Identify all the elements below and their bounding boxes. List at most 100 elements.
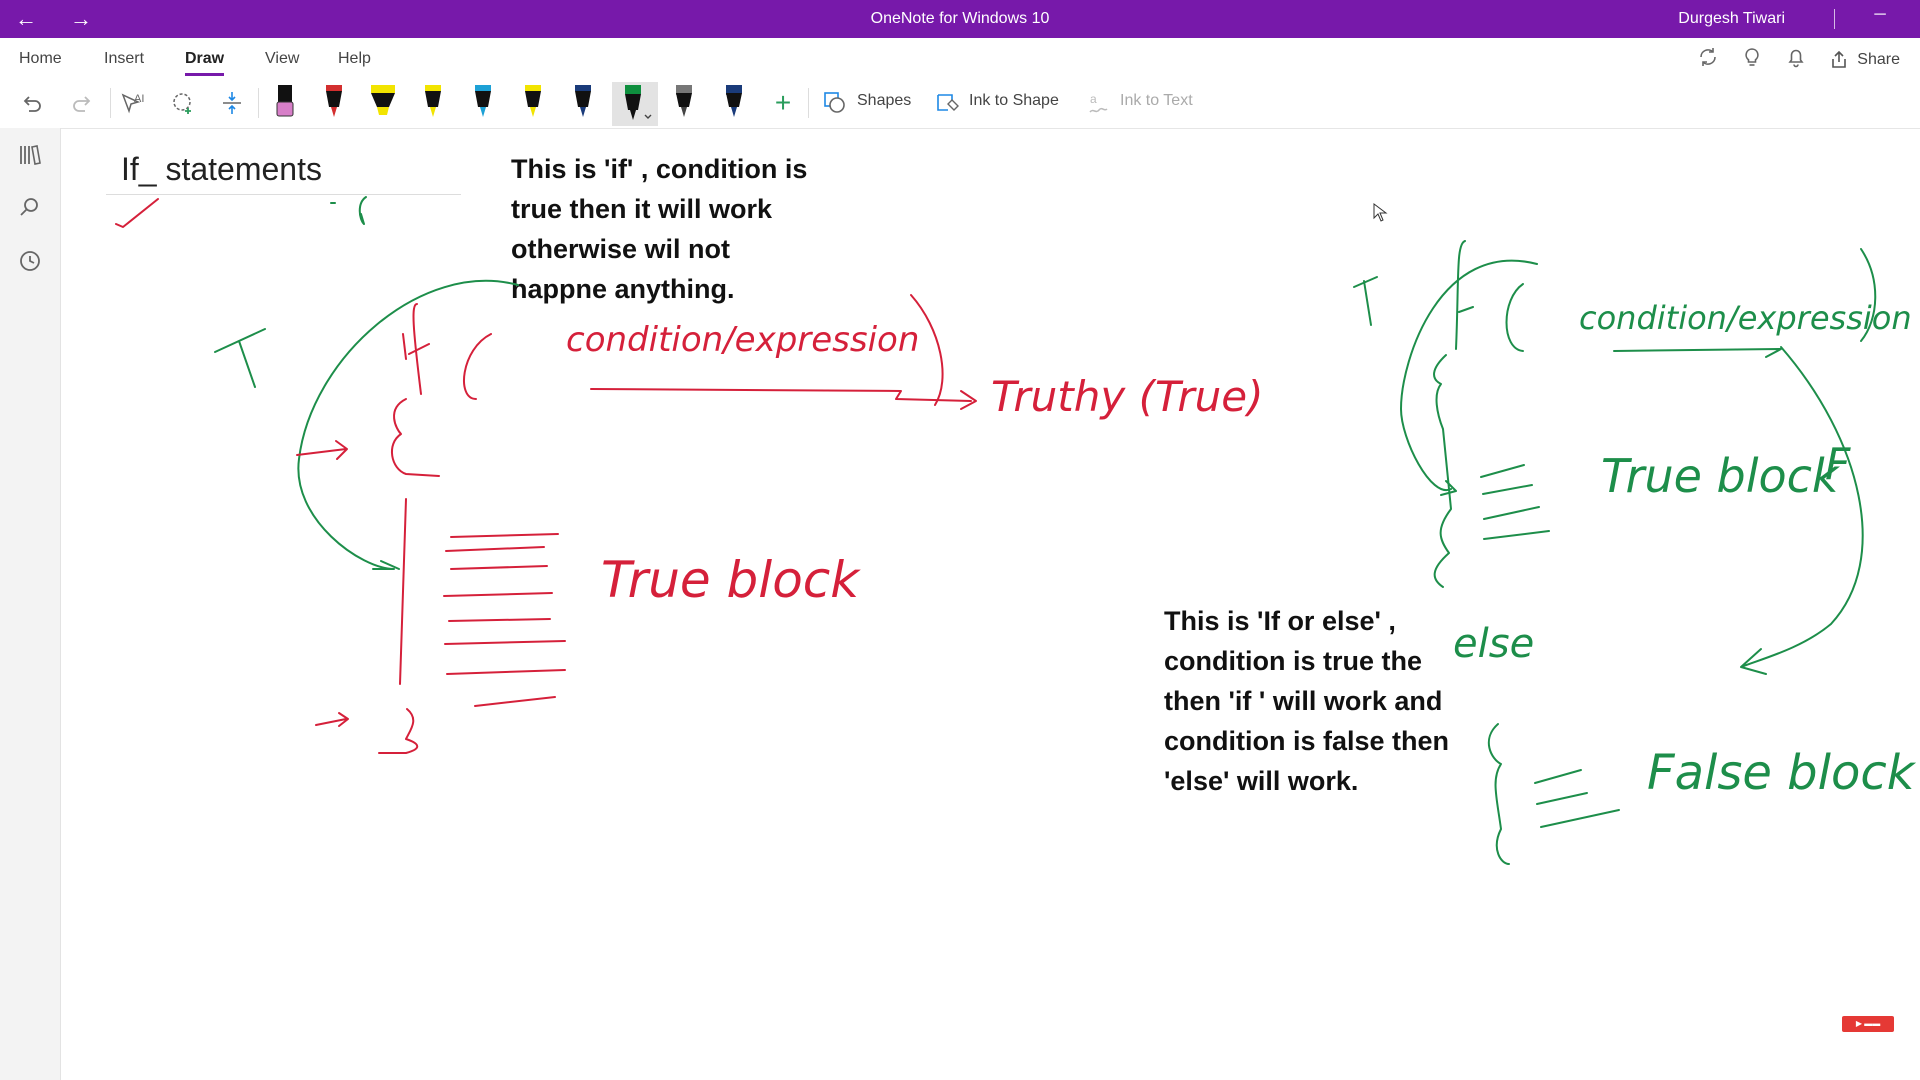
eraser-icon (276, 85, 294, 117)
navigation-sidebar (0, 128, 61, 1080)
page-canvas[interactable]: If_ statements This is 'if' , condition … (61, 129, 1920, 1080)
pencil-icon (676, 85, 692, 117)
ink-squiggle (358, 196, 367, 225)
search-icon[interactable] (15, 194, 45, 224)
ink-to-text-icon: a (1084, 84, 1114, 122)
share-icon (1832, 50, 1847, 68)
ink-red-brace-open (391, 398, 440, 477)
pen-navy[interactable] (562, 82, 604, 126)
ink-red-vertical-bar (399, 498, 407, 685)
recent-notes-icon[interactable] (15, 248, 45, 278)
subscribe-badge-icon[interactable]: ▶ ▬▬ (1842, 1016, 1894, 1032)
ink-red-condition: condition/expression (566, 320, 919, 360)
ink-red-true-block: True block (601, 551, 861, 609)
undo-button[interactable] (15, 84, 49, 122)
pen-green-selected[interactable] (612, 82, 658, 126)
handwritten-ink-layer: condition/expression Truthy (True) True … (115, 196, 1917, 865)
ink-green-brace-right (1433, 354, 1452, 588)
svg-text:a: a (1090, 92, 1097, 106)
pen-icon (326, 85, 342, 117)
highlighter-yellow[interactable] (362, 82, 404, 126)
bell-icon[interactable] (1785, 46, 1807, 74)
highlighter-icon (371, 85, 395, 115)
ink-red-arrow-1 (296, 440, 348, 460)
tab-draw[interactable]: Draw (185, 50, 225, 76)
ink-checkmark (115, 198, 159, 228)
ink-green-condition: condition/expression (1579, 299, 1912, 337)
minimize-button[interactable]: ─ (1860, 0, 1900, 38)
ink-green-lines-1 (1480, 464, 1550, 540)
ink-red-if (402, 303, 430, 395)
ink-red-underline (590, 388, 972, 402)
lasso-button[interactable] (166, 84, 200, 122)
ink-green-T (214, 328, 266, 388)
ink-green-loop-arrow (297, 279, 519, 570)
user-name[interactable]: Durgesh Tiwari (1678, 0, 1785, 38)
ink-red-arrow-2 (315, 712, 349, 727)
ink-green-F: F (1825, 439, 1851, 490)
redo-button[interactable] (65, 84, 99, 122)
ink-to-text-button: Ink to Text (1120, 92, 1193, 109)
ink-red-brace-close (378, 708, 419, 754)
ink-green-brace-else (1487, 723, 1510, 865)
pencil-icon (726, 85, 742, 117)
ink-green-true-block: True block (1601, 449, 1841, 503)
mouse-pointer-icon (1373, 203, 1388, 222)
ink-green-T-right (1353, 276, 1378, 326)
redo-icon (73, 96, 91, 112)
share-button[interactable]: Share (1829, 50, 1900, 70)
draw-toolbar: AI + Shapes Ink to Shape a Ink to Text (0, 78, 1920, 129)
ink-red-open-paren (463, 333, 492, 400)
toolbar-separator (808, 88, 809, 118)
svg-text:AI: AI (134, 93, 144, 105)
shapes-icon[interactable] (820, 84, 850, 122)
pen-icon (425, 85, 441, 117)
pen-yellow[interactable] (412, 82, 454, 126)
sync-icon[interactable] (1697, 46, 1719, 74)
lasso-icon (173, 93, 191, 114)
ink-green-if-right (1455, 240, 1474, 350)
ink-to-shape-button[interactable]: Ink to Shape (969, 92, 1059, 110)
pen-icon (575, 85, 591, 117)
eraser-tool[interactable] (264, 82, 306, 126)
lasso-select-button[interactable]: AI (117, 84, 151, 122)
ink-red-truthy: Truthy (True) (991, 372, 1263, 421)
tab-home[interactable]: Home (19, 50, 62, 68)
ink-green-else: else (1453, 621, 1534, 667)
pencil-navy[interactable] (713, 82, 755, 126)
ribbon-right-actions: Share (1697, 46, 1900, 74)
ink-green-underline (1613, 348, 1782, 358)
ribbon-tabs: Home Insert Draw View Help Share (0, 38, 1920, 78)
lightbulb-icon[interactable] (1741, 46, 1763, 74)
ink-green-false-block: False block (1647, 745, 1917, 801)
pencil-gray[interactable] (663, 82, 705, 126)
type-select-icon: AI (121, 93, 144, 114)
tab-insert[interactable]: Insert (104, 50, 144, 68)
title-separator (1834, 9, 1835, 29)
add-space-icon (223, 92, 241, 114)
pen-icon (525, 85, 541, 117)
add-pen-button[interactable]: + (766, 84, 800, 122)
app-title: OneNote for Windows 10 (870, 10, 1050, 27)
share-label: Share (1857, 51, 1900, 68)
notebooks-icon[interactable] (15, 142, 45, 172)
ink-to-shape-icon[interactable] (933, 84, 963, 122)
pen-blue[interactable] (462, 82, 504, 126)
tab-help[interactable]: Help (338, 50, 371, 68)
ink-green-loop-right (1400, 259, 1538, 496)
toolbar-separator (110, 88, 111, 118)
tab-view[interactable]: View (265, 50, 299, 68)
undo-icon (23, 96, 41, 112)
ink-green-paren-right (1505, 283, 1524, 352)
pen-red[interactable] (313, 82, 355, 126)
pen-icon (625, 85, 652, 120)
title-bar: ← → OneNote for Windows 10 Durgesh Tiwar… (0, 0, 1920, 38)
ink-green-lines-2 (1534, 769, 1620, 828)
add-space-button[interactable] (215, 84, 249, 122)
toolbar-separator (258, 88, 259, 118)
shapes-button[interactable]: Shapes (857, 92, 911, 110)
ink-green-false-arrow (1740, 346, 1864, 675)
pen-icon (475, 85, 491, 117)
ink-red-lines (443, 533, 566, 707)
pen-yellow-2[interactable] (512, 82, 554, 126)
